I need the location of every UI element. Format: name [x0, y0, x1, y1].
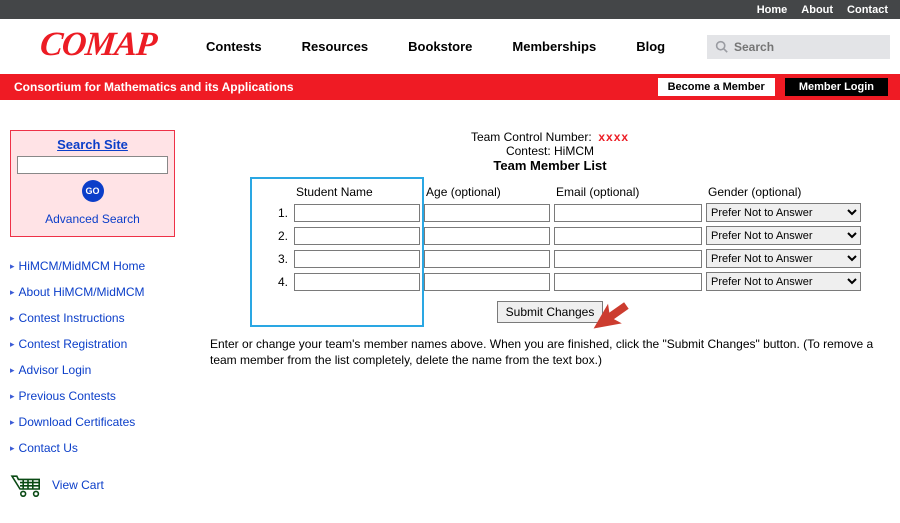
- logo[interactable]: COMAP: [38, 22, 158, 72]
- main-nav: Contests Resources Bookstore Memberships…: [206, 39, 699, 54]
- bullet-icon: ▸: [10, 339, 15, 350]
- sidebar-item-himcm-home[interactable]: ▸HiMCM/MidMCM Home: [10, 259, 190, 273]
- submit-changes-button[interactable]: Submit Changes: [497, 301, 604, 323]
- instructions-text: Enter or change your team's member names…: [210, 337, 890, 368]
- header-search[interactable]: [707, 35, 890, 59]
- left-column: Search Site GO Advanced Search ▸HiMCM/Mi…: [10, 130, 190, 497]
- cart-icon: [10, 473, 46, 497]
- table-row: 2. Prefer Not to Answer: [276, 224, 863, 247]
- logo-text: COMAP: [38, 26, 158, 64]
- contest-line: Contest: HiMCM: [210, 144, 890, 158]
- nav-resources[interactable]: Resources: [302, 39, 368, 54]
- col-header-gender: Gender (optional): [704, 179, 863, 201]
- team-member-list-title: Team Member List: [210, 158, 890, 173]
- utility-bar: Home About Contact: [0, 0, 900, 19]
- gender-select-3[interactable]: Prefer Not to Answer: [706, 249, 861, 268]
- name-input-3[interactable]: [294, 250, 420, 268]
- sidebar-search-title: Search Site: [15, 137, 170, 152]
- nav-bookstore[interactable]: Bookstore: [408, 39, 472, 54]
- email-input-1[interactable]: [554, 204, 702, 222]
- gender-select-2[interactable]: Prefer Not to Answer: [706, 226, 861, 245]
- nav-blog[interactable]: Blog: [636, 39, 665, 54]
- main-content: Team Control Number: xxxx Contest: HiMCM…: [190, 130, 900, 368]
- gender-select-1[interactable]: Prefer Not to Answer: [706, 203, 861, 222]
- sidebar-search-go-button[interactable]: GO: [82, 180, 104, 202]
- bullet-icon: ▸: [10, 313, 15, 324]
- team-control-number: Team Control Number: xxxx: [210, 130, 890, 144]
- row-label: 2.: [276, 224, 292, 247]
- search-input[interactable]: [728, 39, 866, 55]
- col-header-name: Student Name: [292, 179, 422, 201]
- tagline-bar: Consortium for Mathematics and its Appli…: [0, 74, 900, 100]
- site-header: COMAP Contests Resources Bookstore Membe…: [0, 19, 900, 74]
- sidebar-item-contest-instructions[interactable]: ▸Contest Instructions: [10, 311, 190, 325]
- nav-memberships[interactable]: Memberships: [512, 39, 596, 54]
- nav-home[interactable]: Home: [757, 4, 788, 16]
- bullet-icon: ▸: [10, 417, 15, 428]
- age-input-1[interactable]: [424, 204, 550, 222]
- sidebar-search-box: Search Site GO Advanced Search: [10, 130, 175, 237]
- gender-select-4[interactable]: Prefer Not to Answer: [706, 272, 861, 291]
- table-row: 3. Prefer Not to Answer: [276, 247, 863, 270]
- bullet-icon: ▸: [10, 443, 15, 454]
- members-table: Student Name Age (optional) Email (optio…: [276, 179, 863, 293]
- name-input-4[interactable]: [294, 273, 420, 291]
- row-label: 1.: [276, 201, 292, 224]
- nav-about[interactable]: About: [801, 4, 833, 16]
- age-input-2[interactable]: [424, 227, 550, 245]
- sidebar-item-previous-contests[interactable]: ▸Previous Contests: [10, 389, 190, 403]
- view-cart-label: View Cart: [52, 478, 104, 492]
- nav-contests[interactable]: Contests: [206, 39, 262, 54]
- table-row: 1. Prefer Not to Answer: [276, 201, 863, 224]
- advanced-search-link[interactable]: Advanced Search: [15, 212, 170, 226]
- age-input-4[interactable]: [424, 273, 550, 291]
- age-input-3[interactable]: [424, 250, 550, 268]
- col-header-age: Age (optional): [422, 179, 552, 201]
- sidebar-item-contest-registration[interactable]: ▸Contest Registration: [10, 337, 190, 351]
- tagline-text: Consortium for Mathematics and its Appli…: [14, 80, 294, 94]
- member-login-button[interactable]: Member Login: [785, 78, 888, 96]
- become-member-button[interactable]: Become a Member: [658, 78, 775, 96]
- row-label: 4.: [276, 270, 292, 293]
- name-input-1[interactable]: [294, 204, 420, 222]
- email-input-2[interactable]: [554, 227, 702, 245]
- sidebar-item-about-himcm[interactable]: ▸About HiMCM/MidMCM: [10, 285, 190, 299]
- bullet-icon: ▸: [10, 365, 15, 376]
- sidebar-item-download-certificates[interactable]: ▸Download Certificates: [10, 415, 190, 429]
- sidebar-links: ▸HiMCM/MidMCM Home ▸About HiMCM/MidMCM ▸…: [10, 259, 190, 455]
- sidebar-item-contact-us[interactable]: ▸Contact Us: [10, 441, 190, 455]
- tcn-value: xxxx: [598, 130, 629, 144]
- bullet-icon: ▸: [10, 391, 15, 402]
- bullet-icon: ▸: [10, 287, 15, 298]
- email-input-3[interactable]: [554, 250, 702, 268]
- view-cart-link[interactable]: View Cart: [10, 473, 190, 497]
- email-input-4[interactable]: [554, 273, 702, 291]
- bullet-icon: ▸: [10, 261, 15, 272]
- table-row: 4. Prefer Not to Answer: [276, 270, 863, 293]
- sidebar-search-input[interactable]: [17, 156, 168, 174]
- nav-contact[interactable]: Contact: [847, 4, 888, 16]
- search-icon: [715, 40, 728, 53]
- row-label: 3.: [276, 247, 292, 270]
- name-input-2[interactable]: [294, 227, 420, 245]
- sidebar-item-advisor-login[interactable]: ▸Advisor Login: [10, 363, 190, 377]
- col-header-email: Email (optional): [552, 179, 704, 201]
